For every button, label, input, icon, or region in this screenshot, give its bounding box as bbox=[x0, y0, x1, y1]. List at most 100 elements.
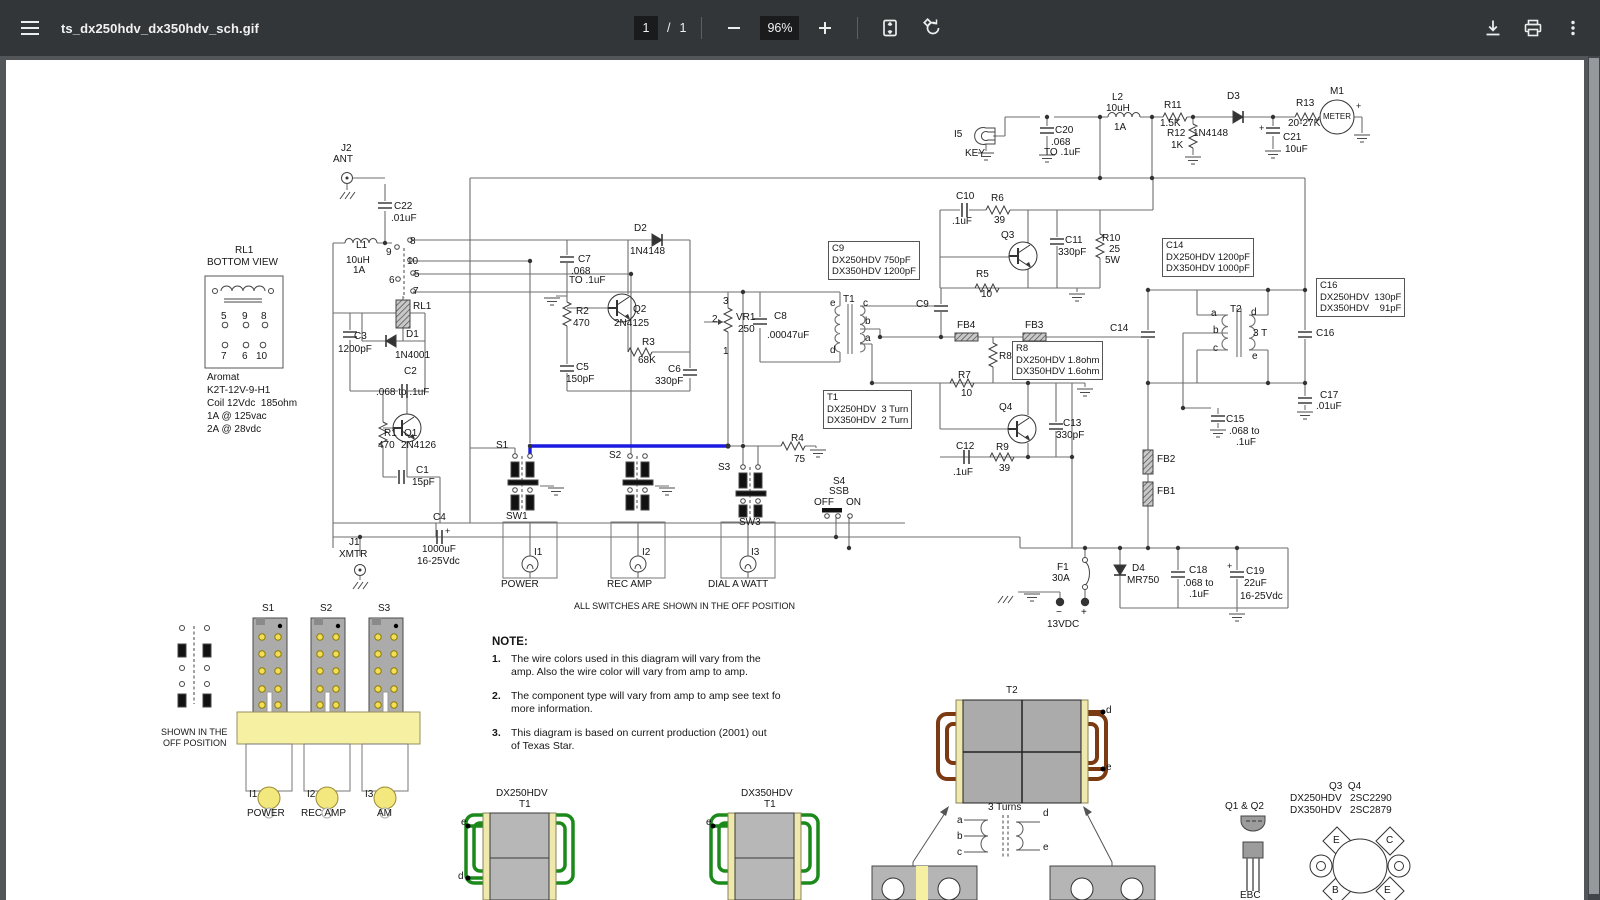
schematic-label: I2 bbox=[642, 548, 650, 558]
schematic-label: REC AMP bbox=[301, 809, 346, 819]
schematic-label: e bbox=[706, 818, 712, 828]
schematic-label: C21 bbox=[1283, 133, 1301, 143]
schematic-label: 6 bbox=[389, 276, 395, 286]
schematic-label: KEY bbox=[965, 149, 985, 159]
schematic-label: C4 bbox=[433, 513, 446, 523]
switch-assembly bbox=[178, 618, 420, 818]
schematic-label: 68K bbox=[638, 356, 656, 366]
schematic-drawing bbox=[6, 60, 1584, 900]
schematic-label: 3 T bbox=[1253, 329, 1267, 339]
schematic-label: 2N4125 bbox=[614, 319, 649, 329]
schematic-label: 150pF bbox=[566, 375, 594, 385]
schematic-label: S2 bbox=[320, 604, 332, 614]
schematic-label: OFF POSITION bbox=[163, 739, 227, 748]
schematic-label: DX350HDV bbox=[741, 789, 793, 799]
schematic-label: C7 bbox=[578, 255, 591, 265]
schematic-label: Coil 12Vdc 185ohm bbox=[207, 399, 297, 409]
schematic-label: C8 bbox=[774, 312, 787, 322]
schematic-label: R12 bbox=[1167, 129, 1185, 139]
page-total: 1 bbox=[679, 21, 686, 35]
schematic-label: T1 bbox=[843, 295, 855, 305]
scrollbar-thumb[interactable] bbox=[1589, 58, 1599, 894]
schematic-label: 22uF bbox=[1244, 579, 1267, 589]
schematic-label: 5 bbox=[221, 312, 227, 322]
schematic-label: C16 bbox=[1316, 329, 1334, 339]
schematic-label: REC AMP bbox=[607, 580, 652, 590]
zoom-level[interactable]: 96% bbox=[760, 16, 799, 40]
schematic-label: C5 bbox=[576, 363, 589, 373]
schematic-label: S1 bbox=[496, 441, 508, 451]
schematic-label: AM bbox=[377, 809, 392, 819]
schematic-label: R11 bbox=[1164, 101, 1182, 111]
zoom-out-icon[interactable] bbox=[717, 11, 751, 45]
schematic-label: FB2 bbox=[1157, 455, 1175, 465]
schematic-label: 1A @ 125vac bbox=[207, 412, 267, 422]
schematic-label: 10 bbox=[256, 352, 267, 362]
schematic-label: Aromat bbox=[207, 373, 239, 383]
schematic-label: POWER bbox=[247, 809, 285, 819]
schematic-label: D4 bbox=[1132, 564, 1145, 574]
schematic-label: E bbox=[1333, 836, 1340, 846]
print-icon[interactable] bbox=[1516, 11, 1550, 45]
page-number-input[interactable]: 1 bbox=[634, 16, 658, 40]
schematic-label: 1K bbox=[1171, 141, 1183, 151]
schematic-label: C10 bbox=[956, 192, 974, 202]
schematic-label: C6 bbox=[668, 365, 681, 375]
schematic-label: ON bbox=[846, 498, 861, 508]
schematic-label: TO .1uF bbox=[1044, 148, 1081, 158]
schematic-label: R9 bbox=[996, 443, 1009, 453]
scrollbar[interactable] bbox=[1588, 56, 1600, 900]
download-icon[interactable] bbox=[1476, 11, 1510, 45]
schematic-label: 16-25Vdc bbox=[1240, 592, 1283, 602]
note-heading: NOTE: bbox=[492, 636, 840, 648]
schematic-label: C20 bbox=[1055, 126, 1073, 136]
schematic-label: SHOWN IN THE bbox=[161, 728, 227, 737]
schematic-label: C19 bbox=[1246, 567, 1264, 577]
schematic-label: SW3 bbox=[739, 518, 761, 528]
schematic-label: 10 bbox=[981, 290, 992, 300]
schematic-label: VR1 bbox=[736, 313, 755, 323]
schematic-label: S3 bbox=[378, 604, 390, 614]
zoom-in-icon[interactable] bbox=[808, 11, 842, 45]
schematic-label: 10uH bbox=[1106, 104, 1130, 114]
schematic-label: 1A bbox=[353, 266, 365, 276]
schematic-label: 13VDC bbox=[1047, 620, 1079, 630]
schematic-label: d bbox=[830, 346, 836, 356]
switch-symbols bbox=[503, 454, 775, 578]
schematic-label: e bbox=[461, 818, 467, 828]
schematic-label: + bbox=[445, 527, 450, 536]
schematic-label: 10 bbox=[407, 257, 418, 267]
rotate-icon[interactable] bbox=[916, 11, 950, 45]
schematic-label: POWER bbox=[501, 580, 539, 590]
schematic-label: 75 bbox=[794, 455, 805, 465]
schematic-label: e bbox=[1106, 763, 1112, 773]
fit-to-page-icon[interactable] bbox=[873, 11, 907, 45]
document-page[interactable]: NOTE: 1.The wire colors used in this dia… bbox=[6, 60, 1584, 900]
schematic-label: 39 bbox=[994, 216, 1005, 226]
schematic-label: 10 bbox=[961, 389, 972, 399]
schematic-label: S1 bbox=[262, 604, 274, 614]
note-block: NOTE: 1.The wire colors used in this dia… bbox=[492, 636, 840, 764]
schematic-label: 15pF bbox=[412, 478, 435, 488]
kebab-menu-icon[interactable] bbox=[1556, 11, 1590, 45]
schematic-label: 3 Turns bbox=[988, 803, 1021, 813]
schematic-label: 6 bbox=[242, 352, 248, 362]
schematic-label: d bbox=[1106, 706, 1112, 716]
schematic-label: .068 to bbox=[1229, 427, 1260, 437]
schematic-label: M1 bbox=[1330, 87, 1344, 97]
schematic-label: Q1 & Q2 bbox=[1225, 802, 1264, 812]
schematic-label: K2T-12V-9-H1 bbox=[207, 386, 270, 396]
schematic-label: .068 to .1uF bbox=[376, 388, 429, 398]
schematic-label: .068 to bbox=[1183, 579, 1214, 589]
schematic-label: SSB bbox=[829, 487, 849, 497]
schematic-label: S2 bbox=[609, 451, 621, 461]
schematic-label: a bbox=[865, 334, 871, 344]
schematic-label: 1N4001 bbox=[395, 351, 430, 361]
schematic-label: a bbox=[957, 816, 963, 826]
schematic-label: .00047uF bbox=[767, 331, 809, 341]
schematic-label: R4 bbox=[791, 434, 804, 444]
schematic-label: 1A bbox=[1114, 123, 1126, 133]
schematic-label: ANT bbox=[333, 155, 353, 165]
menu-icon[interactable] bbox=[13, 11, 47, 45]
schematic-label: .1uF bbox=[953, 468, 973, 478]
